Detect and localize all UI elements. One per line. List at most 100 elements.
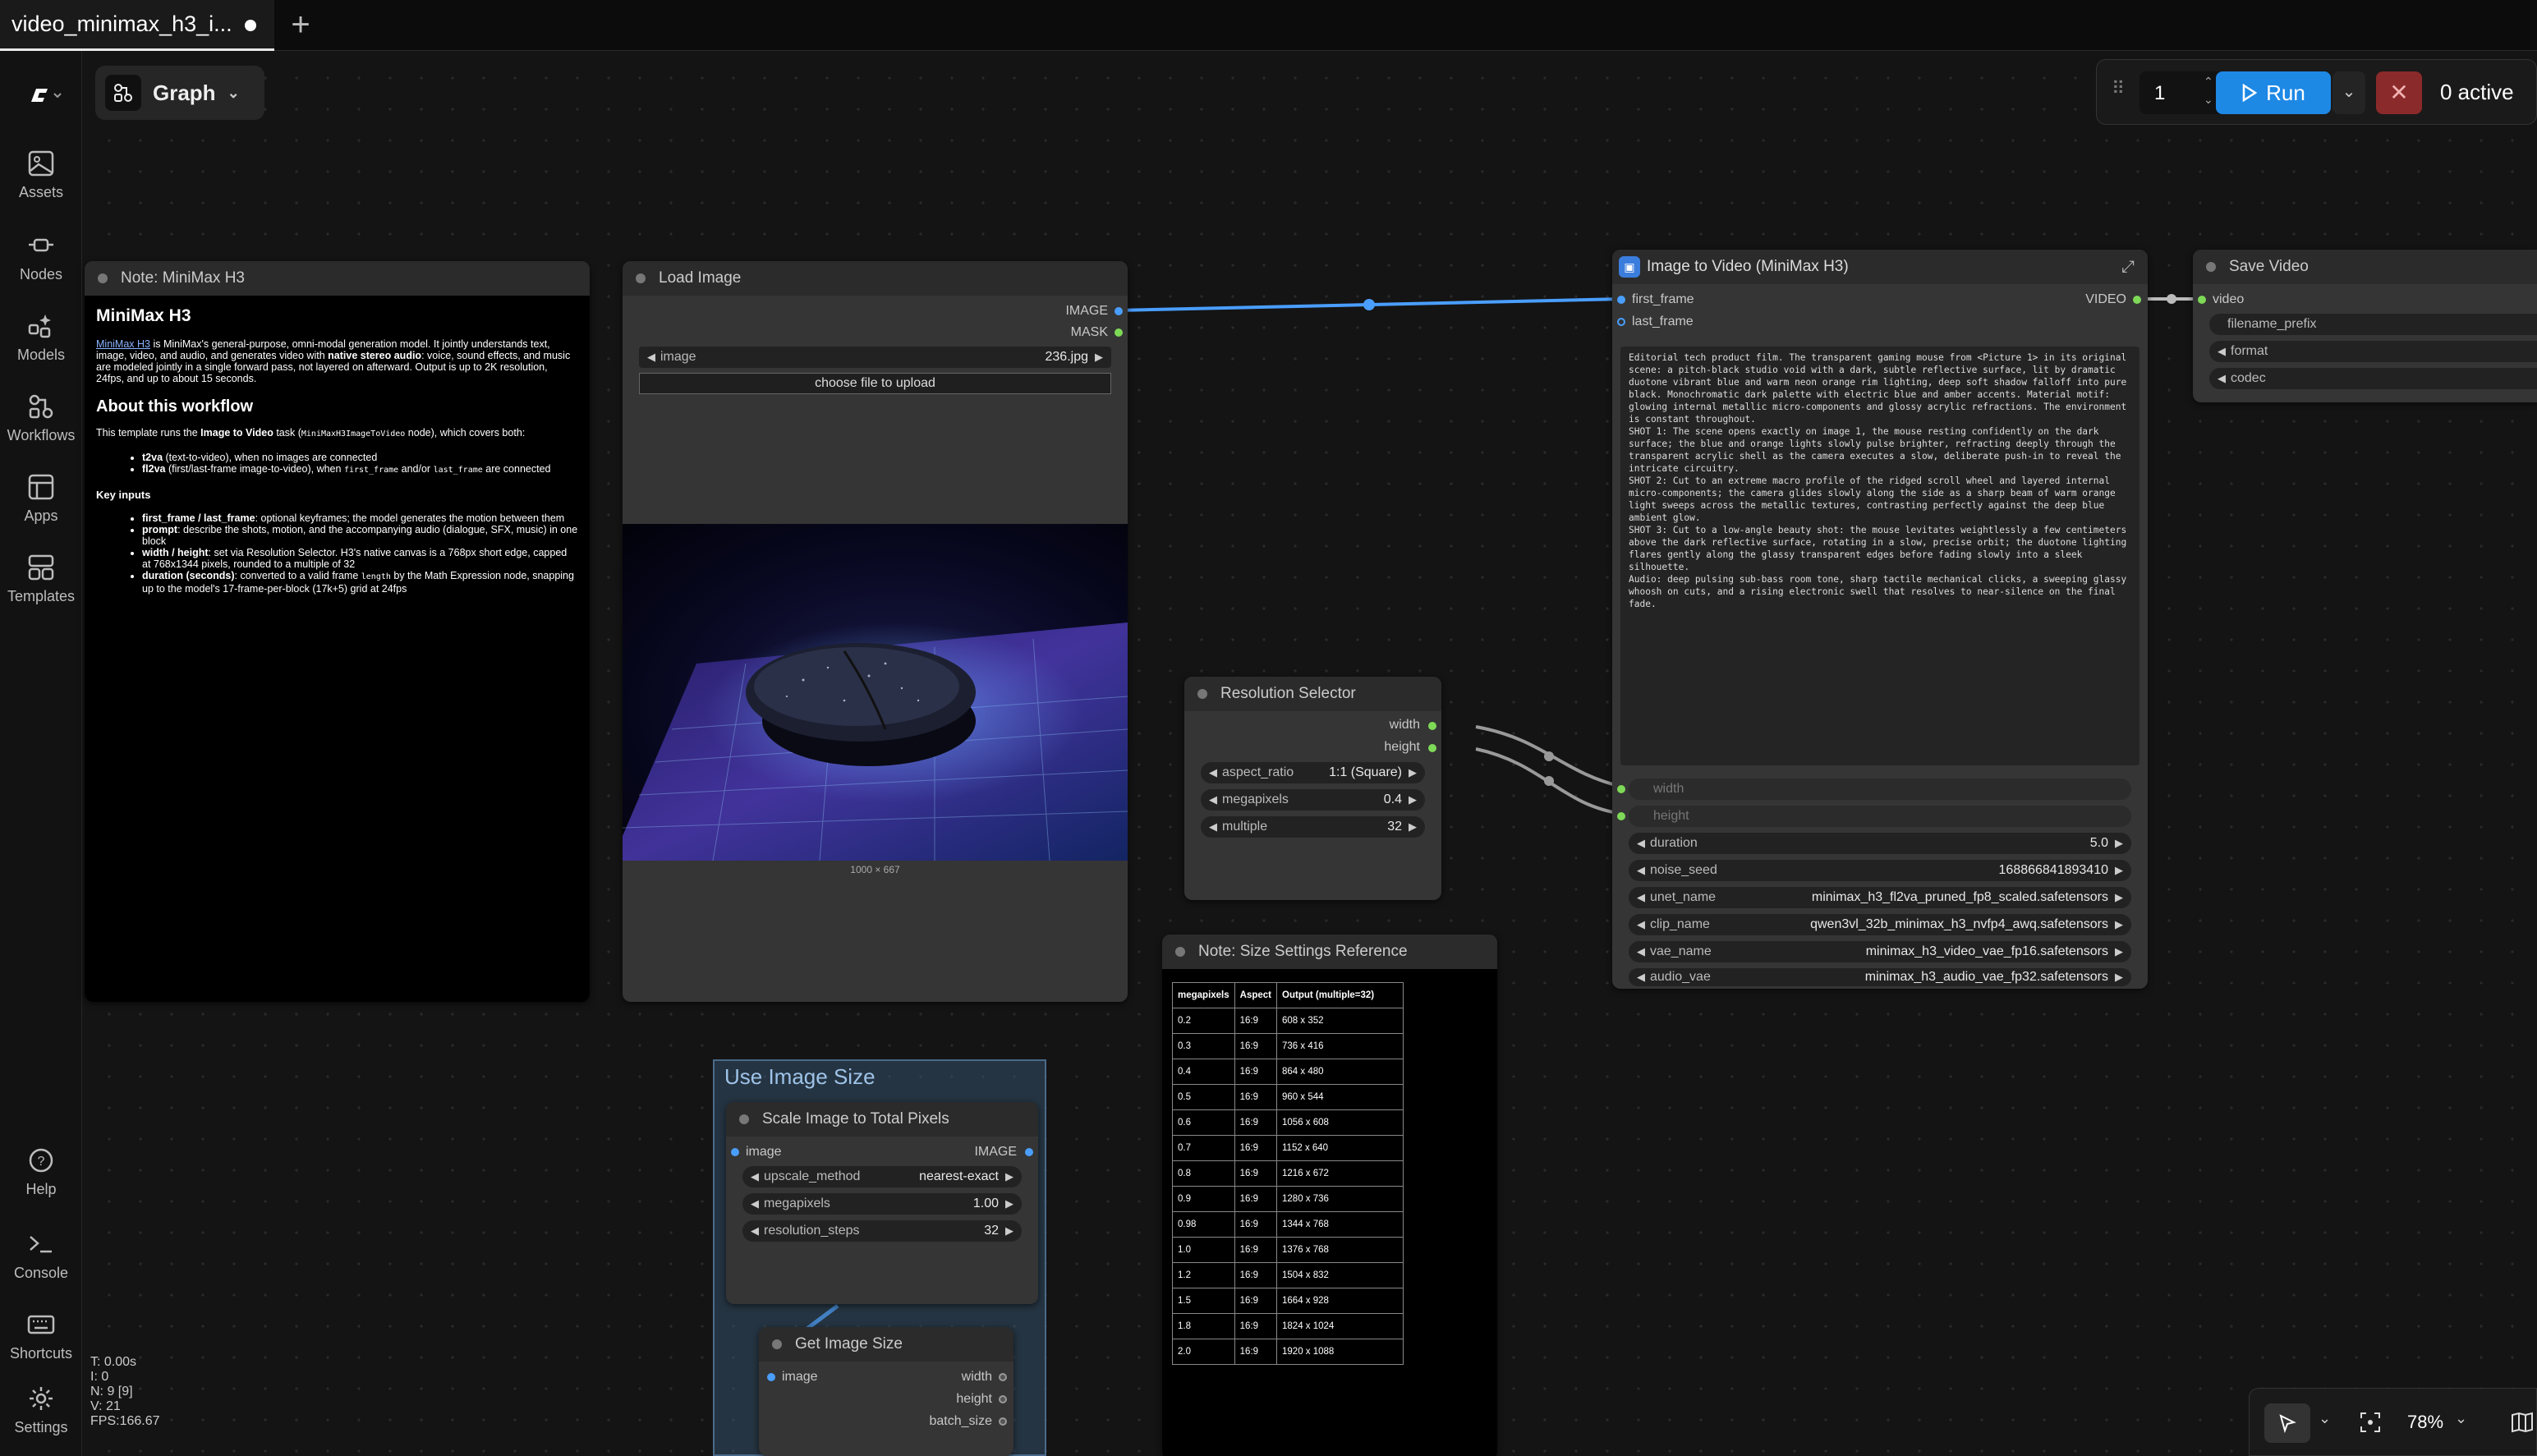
run-button[interactable]: Run (2216, 71, 2331, 114)
note-size-reference-node[interactable]: Note: Size Settings Reference megapixels… (1162, 935, 1497, 1456)
codec-widget[interactable]: ◀ codec (2209, 368, 2537, 389)
input-image-socket[interactable] (767, 1373, 775, 1381)
sidebar-item-assets[interactable]: Assets (0, 149, 82, 201)
node-collapse-dot[interactable] (772, 1339, 782, 1349)
canvas[interactable]: video_minimax_h3_i... + Assets Nodes Mod… (0, 0, 2537, 1456)
input-last-frame-socket[interactable] (1617, 318, 1625, 326)
fit-view-icon[interactable] (2360, 1412, 2381, 1437)
save-video-node[interactable]: Save Video video filename_prefix ◀ format… (2193, 250, 2537, 402)
format-widget[interactable]: ◀ format (2209, 341, 2537, 362)
output-image-socket[interactable] (1025, 1148, 1033, 1156)
sidebar-item-nodes[interactable]: Nodes (0, 232, 82, 283)
workflow-tab[interactable]: video_minimax_h3_i... (0, 0, 274, 51)
expand-icon[interactable]: ⤢ (2121, 258, 2135, 277)
input-video-socket[interactable] (2198, 296, 2206, 304)
unet-name-widget[interactable]: ◀ unet_name minimax_h3_fl2va_pruned_fp8_sc… (1629, 887, 2131, 908)
resolution-steps-widget[interactable]: ◀ resolution_steps 32 ▶ (742, 1220, 1022, 1242)
increment-arrow-icon[interactable]: ▶ (2115, 945, 2123, 958)
increment-arrow-icon[interactable]: ▶ (2115, 971, 2123, 984)
sidebar-item-models[interactable]: Models (0, 312, 82, 364)
decrement-arrow-icon[interactable]: ◀ (751, 1224, 759, 1238)
output-batch-size-socket[interactable] (999, 1417, 1007, 1426)
output-height-socket[interactable] (1428, 744, 1436, 752)
multiple-widget[interactable]: ◀ multiple 32 ▶ (1201, 816, 1425, 838)
note-minimax-node[interactable]: Note: MiniMax H3 MiniMax H3 MiniMax H3 i… (85, 261, 590, 1002)
input-width-socket[interactable] (1617, 785, 1625, 793)
sidebar-item-settings[interactable]: Settings (0, 1385, 82, 1436)
decrement-arrow-icon[interactable]: ◀ (1637, 837, 1645, 850)
decrement-arrow-icon[interactable]: ◀ (1637, 891, 1645, 904)
node-collapse-dot[interactable] (1175, 947, 1185, 957)
decrement-arrow-icon[interactable]: ◀ (1209, 766, 1217, 779)
duration-widget[interactable]: ◀ duration 5.0 ▶ (1629, 833, 2131, 854)
increment-arrow-icon[interactable]: ▶ (1095, 351, 1103, 364)
clip-name-widget[interactable]: ◀ clip_name qwen3vl_32b_minimax_h3_nvfp4_a… (1629, 914, 2131, 935)
input-image-socket[interactable] (731, 1148, 739, 1156)
upscale-method-widget[interactable]: ◀ upscale_method nearest-exact ▶ (742, 1166, 1022, 1187)
increment-icon[interactable]: ⌃ (2204, 75, 2213, 89)
decrement-arrow-icon[interactable]: ◀ (751, 1197, 759, 1210)
increment-arrow-icon[interactable]: ▶ (1409, 820, 1417, 834)
audio-vae-widget[interactable]: ◀ audio_vae minimax_h3_audio_vae_fp32.safe… (1629, 968, 2131, 986)
increment-arrow-icon[interactable]: ▶ (1005, 1197, 1013, 1210)
prompt-textarea[interactable]: Editorial tech product film. The transpa… (1620, 347, 2139, 765)
minimax-link[interactable]: MiniMax H3 (96, 338, 150, 350)
node-collapse-dot[interactable] (739, 1114, 749, 1124)
output-image-socket[interactable] (1115, 307, 1123, 315)
increment-arrow-icon[interactable]: ▶ (2115, 891, 2123, 904)
output-width-socket[interactable] (999, 1373, 1007, 1381)
increment-arrow-icon[interactable]: ▶ (1409, 793, 1417, 806)
increment-arrow-icon[interactable]: ▶ (2115, 837, 2123, 850)
decrement-arrow-icon[interactable]: ◀ (2218, 345, 2226, 358)
increment-arrow-icon[interactable]: ▶ (2115, 864, 2123, 877)
run-options-chevron-icon[interactable]: ⌄ (2332, 71, 2365, 114)
increment-arrow-icon[interactable]: ▶ (1005, 1170, 1013, 1183)
node-collapse-dot[interactable] (636, 273, 646, 283)
sidebar-item-shortcuts[interactable]: Shortcuts (0, 1311, 82, 1362)
height-input-widget[interactable]: height (1629, 806, 2131, 827)
upload-button[interactable]: choose file to upload (639, 373, 1111, 394)
image-widget[interactable]: ◀ image 236.jpg ▶ (639, 347, 1111, 368)
decrement-arrow-icon[interactable]: ◀ (1637, 918, 1645, 931)
decrement-icon[interactable]: ⌄ (2204, 93, 2213, 107)
output-height-socket[interactable] (999, 1395, 1007, 1403)
decrement-arrow-icon[interactable]: ◀ (1637, 864, 1645, 877)
sidebar-item-workflows[interactable]: Workflows (0, 393, 82, 444)
decrement-arrow-icon[interactable]: ◀ (1637, 945, 1645, 958)
sidebar-item-console[interactable]: Console (0, 1230, 82, 1282)
image-to-video-node[interactable]: ▣ Image to Video (MiniMax H3) ⤢ first_fr… (1612, 250, 2148, 989)
sidebar-item-help[interactable]: ? Help (0, 1146, 82, 1198)
zoom-level[interactable]: 78% (2407, 1412, 2443, 1433)
sidebar-item-apps[interactable]: Apps (0, 473, 82, 525)
megapixels-widget[interactable]: ◀ megapixels 1.00 ▶ (742, 1193, 1022, 1215)
vae-name-widget[interactable]: ◀ vae_name minimax_h3_video_vae_fp16.safet… (1629, 941, 2131, 962)
megapixels-widget[interactable]: ◀ megapixels 0.4 ▶ (1201, 789, 1425, 811)
increment-arrow-icon[interactable]: ▶ (2115, 918, 2123, 931)
sidebar-item-templates[interactable]: Templates (0, 553, 82, 605)
node-collapse-dot[interactable] (2206, 262, 2216, 272)
node-collapse-dot[interactable] (98, 273, 108, 283)
select-tool-button[interactable] (2264, 1403, 2310, 1443)
new-tab-button[interactable]: + (283, 7, 319, 43)
input-first-frame-socket[interactable] (1617, 296, 1625, 304)
output-mask-socket[interactable] (1115, 328, 1123, 337)
resolution-selector-node[interactable]: Resolution Selector width height ◀ aspect… (1184, 677, 1441, 900)
increment-arrow-icon[interactable]: ▶ (1409, 766, 1417, 779)
aspect-ratio-widget[interactable]: ◀ aspect_ratio 1:1 (Square) ▶ (1201, 762, 1425, 783)
noise-seed-widget[interactable]: ◀ noise_seed 168866841893410 ▶ (1629, 860, 2131, 881)
scale-image-node[interactable]: Scale Image to Total Pixels image IMAGE … (726, 1102, 1038, 1304)
width-input-widget[interactable]: width (1629, 779, 2131, 800)
decrement-arrow-icon[interactable]: ◀ (647, 351, 655, 364)
decrement-arrow-icon[interactable]: ◀ (2218, 372, 2226, 385)
decrement-arrow-icon[interactable]: ◀ (751, 1170, 759, 1183)
node-collapse-dot[interactable] (1197, 689, 1207, 699)
decrement-arrow-icon[interactable]: ◀ (1209, 793, 1217, 806)
output-video-socket[interactable] (2133, 296, 2141, 304)
filename-prefix-widget[interactable]: filename_prefix (2209, 314, 2537, 335)
output-width-socket[interactable] (1428, 722, 1436, 730)
comfy-logo-icon[interactable] (26, 84, 62, 113)
cancel-run-button[interactable]: ✕ (2376, 71, 2422, 114)
increment-arrow-icon[interactable]: ▶ (1005, 1224, 1013, 1238)
get-image-size-node[interactable]: Get Image Size image width height batch_… (759, 1327, 1013, 1456)
decrement-arrow-icon[interactable]: ◀ (1637, 971, 1645, 984)
